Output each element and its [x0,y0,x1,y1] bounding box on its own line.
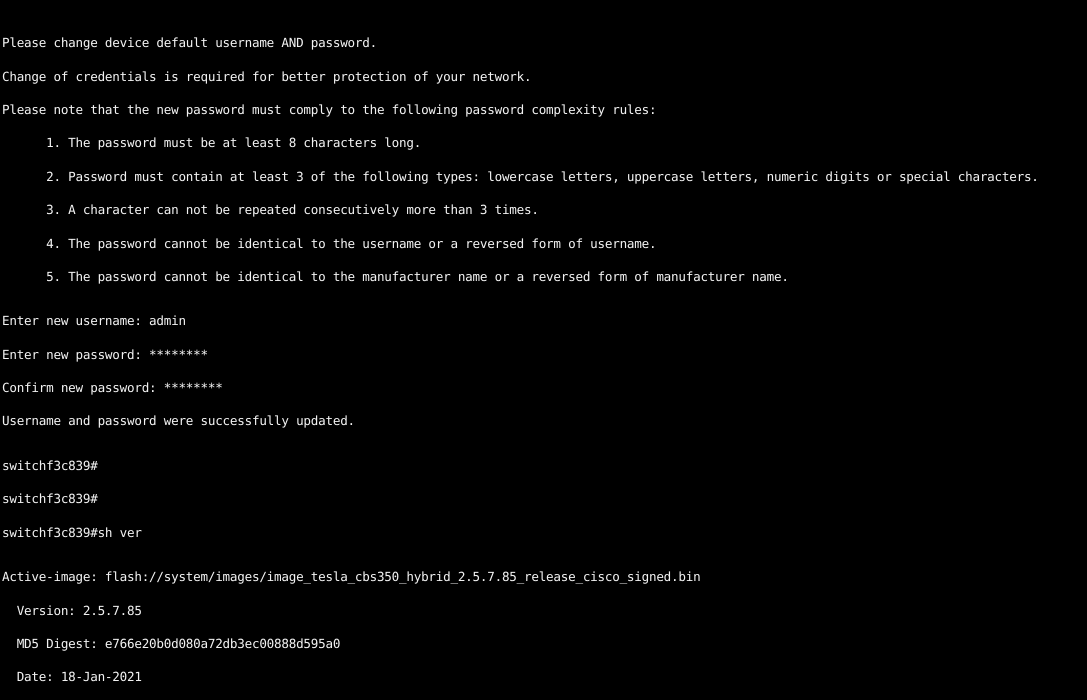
prompt-line-idle-1: switchf3c839# [2,457,98,473]
confirm-new-password-line: Confirm new password: ******** [2,380,223,396]
credentials-updated-line: Username and password were successfully … [2,413,355,429]
prompt-line-idle-2: switchf3c839# [2,491,98,507]
password-rule-4: 4. The password cannot be identical to t… [2,235,657,251]
notice-line-change-credentials: Please change device default username AN… [2,35,377,51]
password-rule-3: 3. A character can not be repeated conse… [2,202,539,218]
password-rule-2: 2. Password must contain at least 3 of t… [2,168,1039,184]
active-image-version: Version: 2.5.7.85 [2,602,142,618]
enter-new-password-line: Enter new password: ******** [2,346,208,362]
password-rule-5: 5. The password cannot be identical to t… [2,268,789,284]
active-image-md5-digest: MD5 Digest: e766e20b0d080a72db3ec00888d5… [2,635,341,651]
command-show-version: switchf3c839#sh ver [2,524,142,540]
notice-line-complexity-intro: Please note that the new password must c… [2,102,657,118]
terminal-screen[interactable]: Please change device default username AN… [0,0,1087,700]
password-rule-1: 1. The password must be at least 8 chara… [2,135,422,151]
notice-line-protection: Change of credentials is required for be… [2,68,532,84]
active-image-date: Date: 18-Jan-2021 [2,669,142,685]
enter-new-username-line: Enter new username: admin [2,313,186,329]
active-image-path: Active-image: flash://system/images/imag… [2,569,701,585]
